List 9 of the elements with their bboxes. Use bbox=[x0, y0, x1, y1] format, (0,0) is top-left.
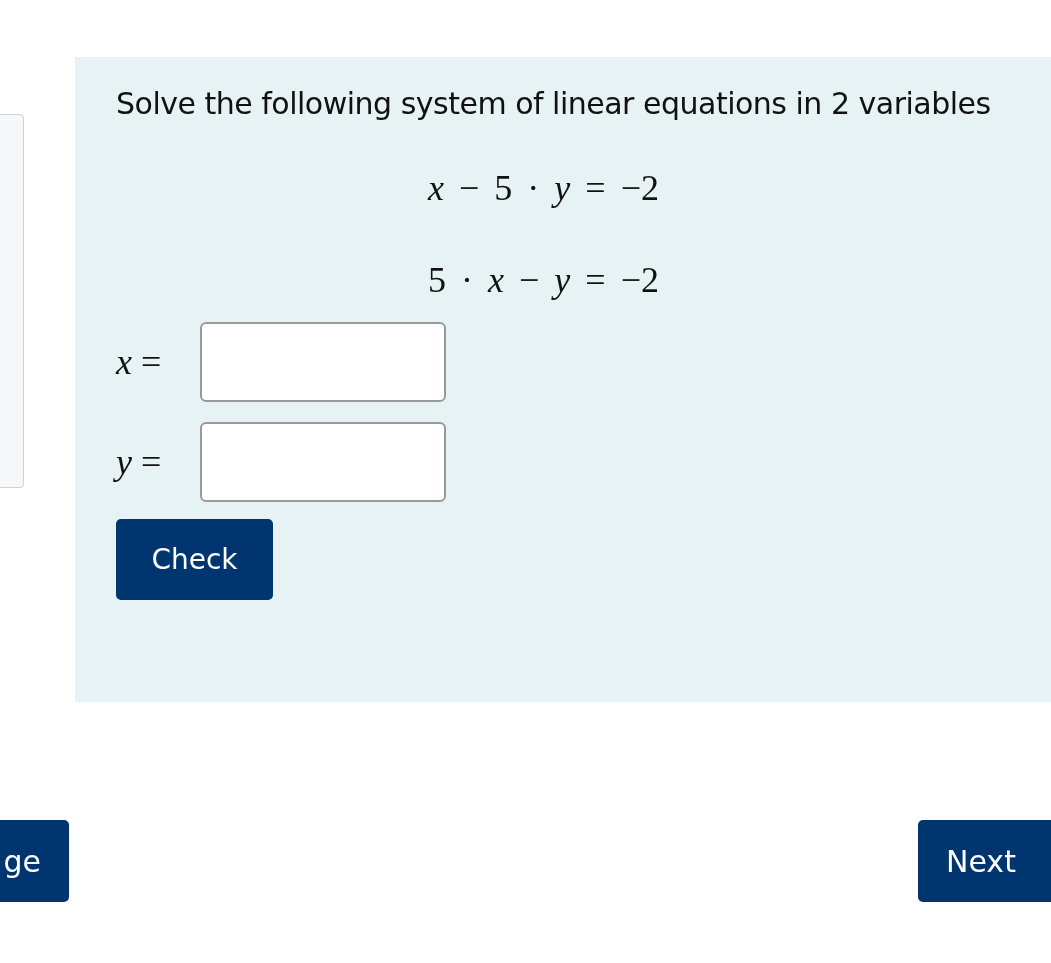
check-button[interactable]: Check bbox=[116, 519, 273, 600]
equation: x − 5 · y = −2 bbox=[428, 168, 659, 208]
answer-field[interactable] bbox=[200, 422, 446, 502]
equation: 5 · x − y = −2 bbox=[428, 260, 659, 300]
answer-field[interactable] bbox=[200, 322, 446, 402]
field-label: x = bbox=[116, 341, 163, 384]
previous-page-button[interactable]: ge bbox=[0, 820, 69, 902]
next-page-button[interactable]: Next bbox=[918, 820, 1051, 902]
question-prompt: Solve the following system of linear equations in 2 variables bbox=[116, 85, 992, 123]
